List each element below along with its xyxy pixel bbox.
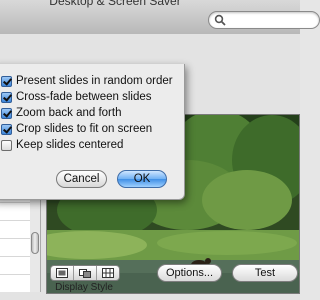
list-item[interactable] — [0, 256, 30, 257]
zoom-label: Zoom back and forth — [16, 107, 122, 119]
display-style-slideshow[interactable] — [51, 266, 74, 280]
window-title: Desktop & Screen Saver — [49, 0, 181, 8]
display-style-mosaic[interactable] — [97, 266, 119, 280]
list-item[interactable] — [0, 238, 30, 239]
list-item[interactable] — [0, 274, 30, 275]
centered-label: Keep slides centered — [16, 139, 124, 151]
slideshow-options-sheet: Present slides in random order Cross-fad… — [0, 64, 185, 200]
cross-fade-label: Cross-fade between slides — [16, 91, 152, 103]
crop-option[interactable]: Crop slides to fit on screen — [1, 122, 152, 136]
zoom-checkbox[interactable] — [1, 107, 12, 119]
random-order-checkbox[interactable] — [1, 75, 12, 87]
cross-fade-option[interactable]: Cross-fade between slides — [1, 90, 152, 104]
list-item[interactable] — [0, 220, 30, 221]
slideshow-icon — [56, 268, 68, 278]
zoom-option[interactable]: Zoom back and forth — [1, 106, 121, 120]
list-scrollbar[interactable] — [30, 184, 41, 292]
scroll-thumb[interactable] — [31, 232, 39, 254]
display-style-control[interactable] — [50, 265, 120, 281]
preferences-pane: Present slides in random order Cross-fad… — [0, 34, 300, 300]
cancel-button[interactable]: Cancel — [56, 170, 107, 188]
centered-option[interactable]: Keep slides centered — [1, 138, 123, 152]
display-style-caption: Display Style — [55, 282, 113, 293]
crop-label: Crop slides to fit on screen — [16, 123, 153, 135]
crop-checkbox[interactable] — [1, 123, 12, 135]
mosaic-icon — [102, 268, 114, 278]
test-button[interactable]: Test — [232, 264, 298, 282]
cross-fade-checkbox[interactable] — [1, 91, 12, 103]
search-input[interactable] — [208, 11, 320, 29]
window-titlebar: Desktop & Screen Saver — [0, 0, 320, 35]
list-item[interactable] — [0, 202, 30, 203]
centered-checkbox[interactable] — [1, 139, 12, 151]
random-order-label: Present slides in random order — [16, 75, 173, 87]
ok-button[interactable]: OK — [117, 170, 167, 188]
random-order-option[interactable]: Present slides in random order — [1, 74, 173, 88]
folder-list[interactable] — [0, 184, 31, 292]
display-style-collage[interactable] — [74, 266, 97, 280]
collage-icon — [79, 269, 91, 278]
options-button[interactable]: Options... — [157, 264, 222, 282]
search-icon — [214, 13, 226, 26]
